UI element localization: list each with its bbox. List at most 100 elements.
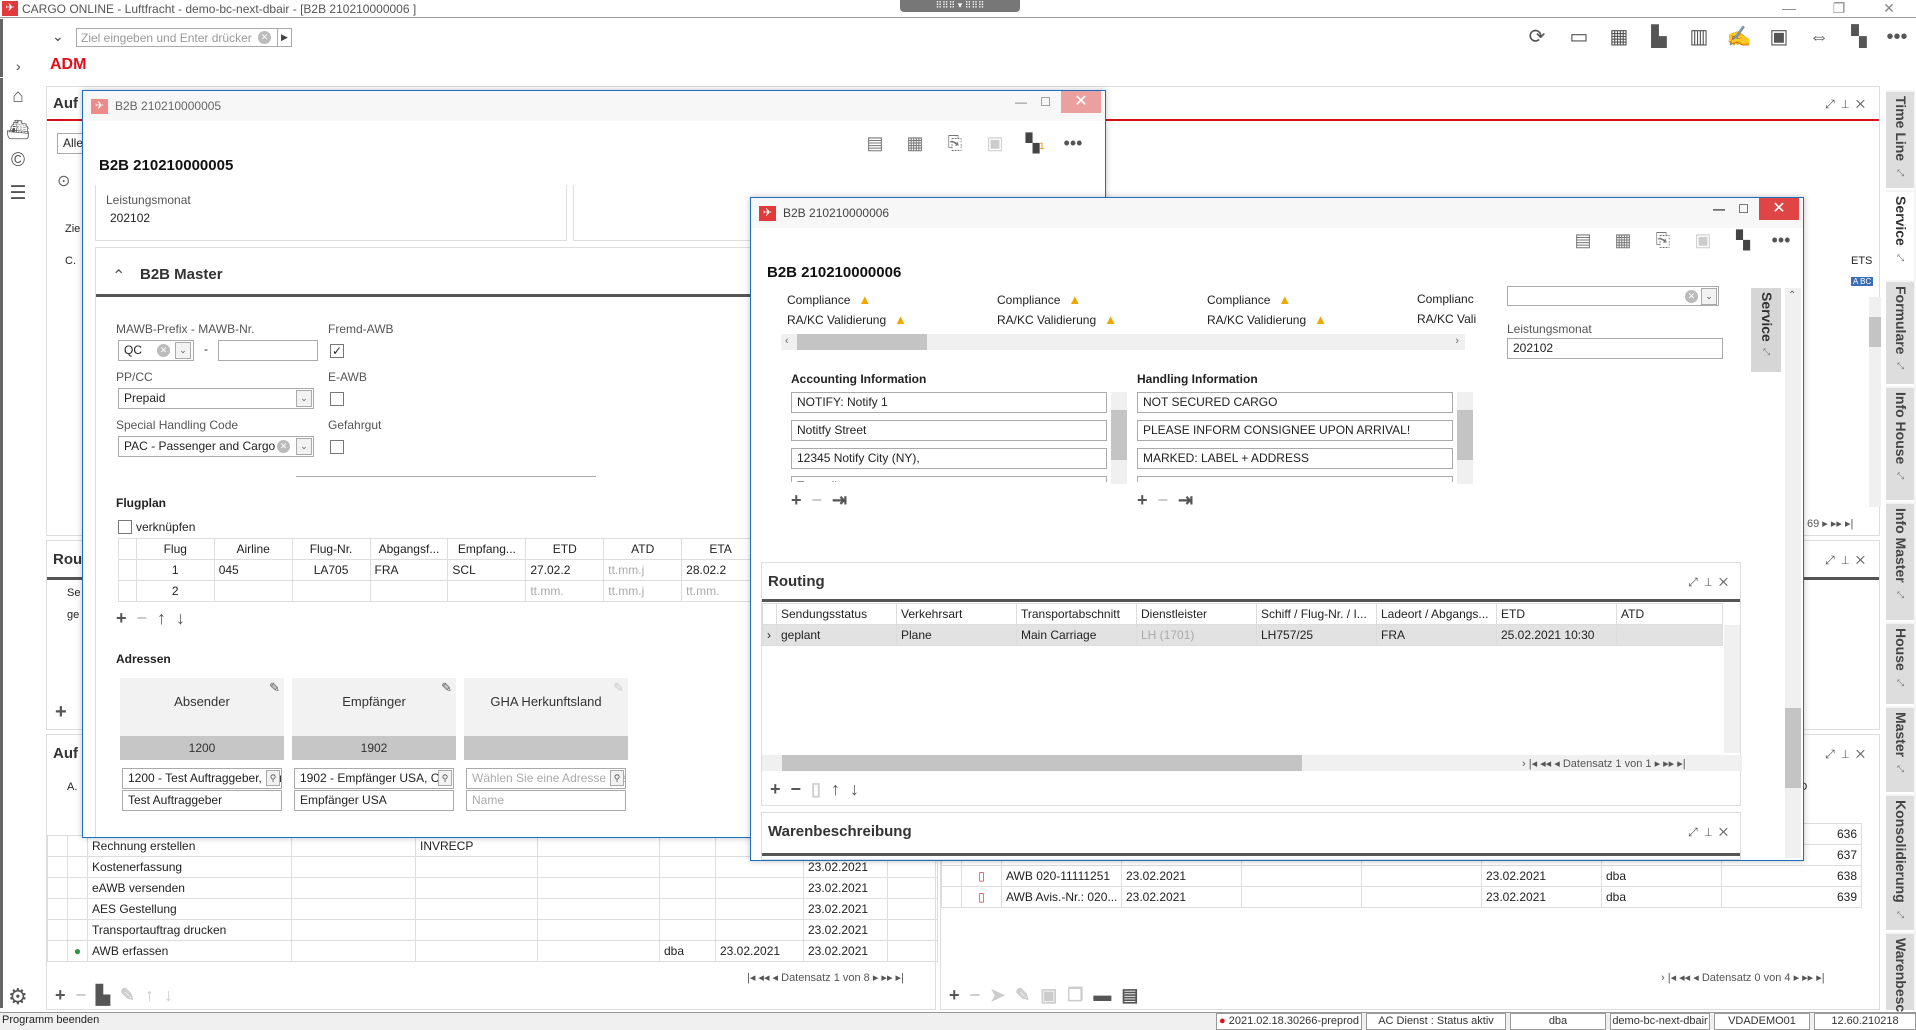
documents-panel-controls[interactable]: ⤢ ⊥ ✕ <box>1825 747 1865 762</box>
add-icon[interactable]: + <box>1137 490 1148 510</box>
service-select[interactable]: ✕ ⌄ <box>1507 286 1719 306</box>
routing-pager[interactable]: › |◂ ◂◂ ◂ Datensatz 1 von 1 ▸ ▸▸ ▸| <box>1522 757 1686 770</box>
flugplan-col[interactable]: ETD <box>525 538 605 560</box>
routing-vscroll[interactable] <box>1724 625 1740 753</box>
add-icon[interactable]: + <box>791 490 802 510</box>
flugplan-col[interactable]: Abgangsf... <box>369 538 449 560</box>
remove-icon[interactable]: − <box>812 490 823 510</box>
remove-icon[interactable]: − <box>137 608 148 628</box>
window-006-vscroll[interactable]: ⌃ <box>1785 288 1801 858</box>
edit-icon[interactable]: ✎ <box>120 985 135 1005</box>
flugplan-etd[interactable]: 27.02.2 <box>525 559 605 581</box>
flugplan-airline[interactable] <box>213 580 293 602</box>
gefahrgut-checkbox[interactable] <box>330 440 344 454</box>
tab-warenbeschreibung[interactable]: Warenbesc <box>1886 934 1914 1012</box>
import-icon[interactable]: ⇥ <box>1178 490 1193 510</box>
address-card[interactable]: Empfänger ✎ <box>292 678 456 736</box>
routing-col[interactable]: Ladeort / Abgangs... <box>1376 603 1497 625</box>
routing-atd[interactable] <box>1616 624 1723 646</box>
edit-icon[interactable]: ✎ <box>441 680 452 696</box>
save-icon[interactable]: ▣ <box>1691 230 1715 254</box>
stack-icon[interactable]: ▤ <box>1121 985 1138 1005</box>
title-drag-handle[interactable]: ⠿⠿⠿ ▾ ⠿⠿⠿ <box>900 0 1020 12</box>
accounting-line-input[interactable]: Testzeile <box>791 476 1107 482</box>
tab-house[interactable]: House⤢ <box>1886 624 1914 706</box>
remote-icon[interactable]: ⇔ <box>1806 24 1832 50</box>
address-name-input[interactable]: Name <box>466 790 626 811</box>
orders-vscroll[interactable] <box>1869 297 1881 507</box>
routing-col[interactable]: Sendungsstatus <box>776 603 897 625</box>
handling-line-input[interactable] <box>1137 476 1453 482</box>
flugplan-flugnr[interactable] <box>291 580 371 602</box>
routing-col[interactable]: Schiff / Flug-Nr. / I... <box>1256 603 1377 625</box>
send-icon[interactable]: ➤ <box>990 985 1005 1005</box>
remove-icon[interactable]: − <box>1158 490 1169 510</box>
user-icon[interactable]: ▣ <box>1766 24 1792 50</box>
handling-line-input[interactable]: MARKED: LABEL + ADDRESS <box>1137 448 1453 469</box>
mawb-nr-input[interactable] <box>218 340 318 361</box>
tab-info-master[interactable]: Info Master⤢ <box>1886 504 1914 622</box>
routing-col[interactable]: ETD <box>1496 603 1617 625</box>
accounting-line-input[interactable]: 12345 Notify City (NY), <box>791 448 1107 469</box>
search-icon[interactable]: ⚲ <box>266 770 280 786</box>
close-icon[interactable]: ✕ <box>1061 91 1101 113</box>
flugplan-col[interactable]: Flug <box>135 538 215 560</box>
leistungsmonat-input[interactable]: 202102 <box>1507 338 1723 359</box>
target-input[interactable]: Ziel eingeben und Enter drücker ✕ ▶ <box>76 28 292 47</box>
go-arrow-icon[interactable]: ▶ <box>277 29 291 46</box>
edit-icon[interactable]: ✎ <box>269 680 280 696</box>
routing-abschnitt[interactable]: Main Carriage <box>1016 624 1137 646</box>
address-card[interactable]: Absender ✎ <box>120 678 284 736</box>
flugplan-empfang[interactable]: SCL <box>447 559 527 581</box>
tab-master[interactable]: Master⤢ <box>1886 708 1914 794</box>
add-icon[interactable]: + <box>55 985 66 1005</box>
remove-icon[interactable]: − <box>76 985 87 1005</box>
tab-formulare[interactable]: Formulare⤢ <box>1886 282 1914 386</box>
signature-icon[interactable]: ✍ <box>1726 24 1752 50</box>
add-document-icon[interactable]: ▙ <box>1646 24 1672 50</box>
clear-icon[interactable]: ✕ <box>258 31 271 44</box>
copy-icon[interactable]: ❐ <box>1067 985 1083 1005</box>
down-arrow-icon[interactable]: ↓ <box>164 985 173 1005</box>
panel-controls[interactable]: ⤢ ⊥ ✕ <box>1825 97 1865 112</box>
flugplan-col[interactable]: ETA <box>681 538 761 560</box>
accounting-line-input[interactable]: Notitfy Street <box>791 420 1107 441</box>
address-search-input[interactable]: 1200 - Test Auftraggeber, Fürste⚲ <box>122 768 282 789</box>
edit-icon[interactable]: ✎ <box>1015 985 1030 1005</box>
invoice-calculator-icon[interactable]: ▦ <box>903 133 927 157</box>
address-card[interactable]: GHA Herkunftsland ✎ <box>464 678 628 736</box>
flugplan-atd[interactable]: tt.mm.j <box>603 580 683 602</box>
compliance-hscroll[interactable]: ‹ › <box>781 334 1465 350</box>
down-arrow-icon[interactable]: ↓ <box>850 779 859 799</box>
clear-icon[interactable]: ✕ <box>277 440 290 453</box>
add-icon[interactable]: + <box>949 985 960 1005</box>
more-icon[interactable]: ••• <box>1061 133 1085 157</box>
folder-icon[interactable]: ▬ <box>1093 985 1111 1005</box>
more-icon[interactable]: ••• <box>1769 230 1793 254</box>
flugplan-row[interactable]: 2tt.mm.tt.mm.jtt.mm.tt.mm.j <box>118 580 838 602</box>
routing-ladeort[interactable]: FRA <box>1376 624 1497 646</box>
collapse-circle-icon[interactable]: ⊙ <box>57 171 70 191</box>
import-icon[interactable]: ⇥ <box>832 490 847 510</box>
handling-line-input[interactable]: NOT SECURED CARGO <box>1137 392 1453 413</box>
task-row[interactable]: eAWB versenden 23.02.2021 <box>47 877 938 899</box>
flugplan-col[interactable]: Flug-Nr. <box>291 538 371 560</box>
clear-icon[interactable]: ✕ <box>157 344 170 357</box>
warenbeschreibung-controls[interactable]: ⤢ ⊥ ✕ <box>1688 825 1728 840</box>
flugplan-eta[interactable]: 28.02.2 <box>681 559 761 581</box>
routing-flugnr[interactable]: LH757/25 <box>1256 624 1377 646</box>
search-icon[interactable]: ⚲ <box>610 770 624 786</box>
minimize-icon[interactable]: — <box>1713 202 1725 216</box>
tasks-pager[interactable]: |◂ ◂◂ ◂ Datensatz 1 von 8 ▸ ▸▸ ▸| <box>747 971 904 984</box>
flugplan-empfang[interactable] <box>447 580 527 602</box>
abc-filter-icon[interactable]: A BC <box>1851 277 1874 286</box>
more-icon[interactable]: ••• <box>1884 24 1910 50</box>
collapse-icon[interactable]: ⌃ <box>112 266 125 286</box>
refresh-icon[interactable]: ⟳ <box>1524 24 1550 50</box>
handling-line-input[interactable]: PLEASE INFORM CONSIGNEE UPON ARRIVAL! <box>1137 420 1453 441</box>
routing-dienstleister[interactable]: LH (1701) <box>1136 624 1257 646</box>
routing-row[interactable]: › geplant Plane Main Carriage LH (1701) LH757… <box>762 624 1723 646</box>
eawb-checkbox[interactable] <box>330 392 344 406</box>
notes-icon[interactable]: ▚ <box>1731 230 1755 254</box>
new-document-icon[interactable]: ▙ <box>96 985 110 1005</box>
